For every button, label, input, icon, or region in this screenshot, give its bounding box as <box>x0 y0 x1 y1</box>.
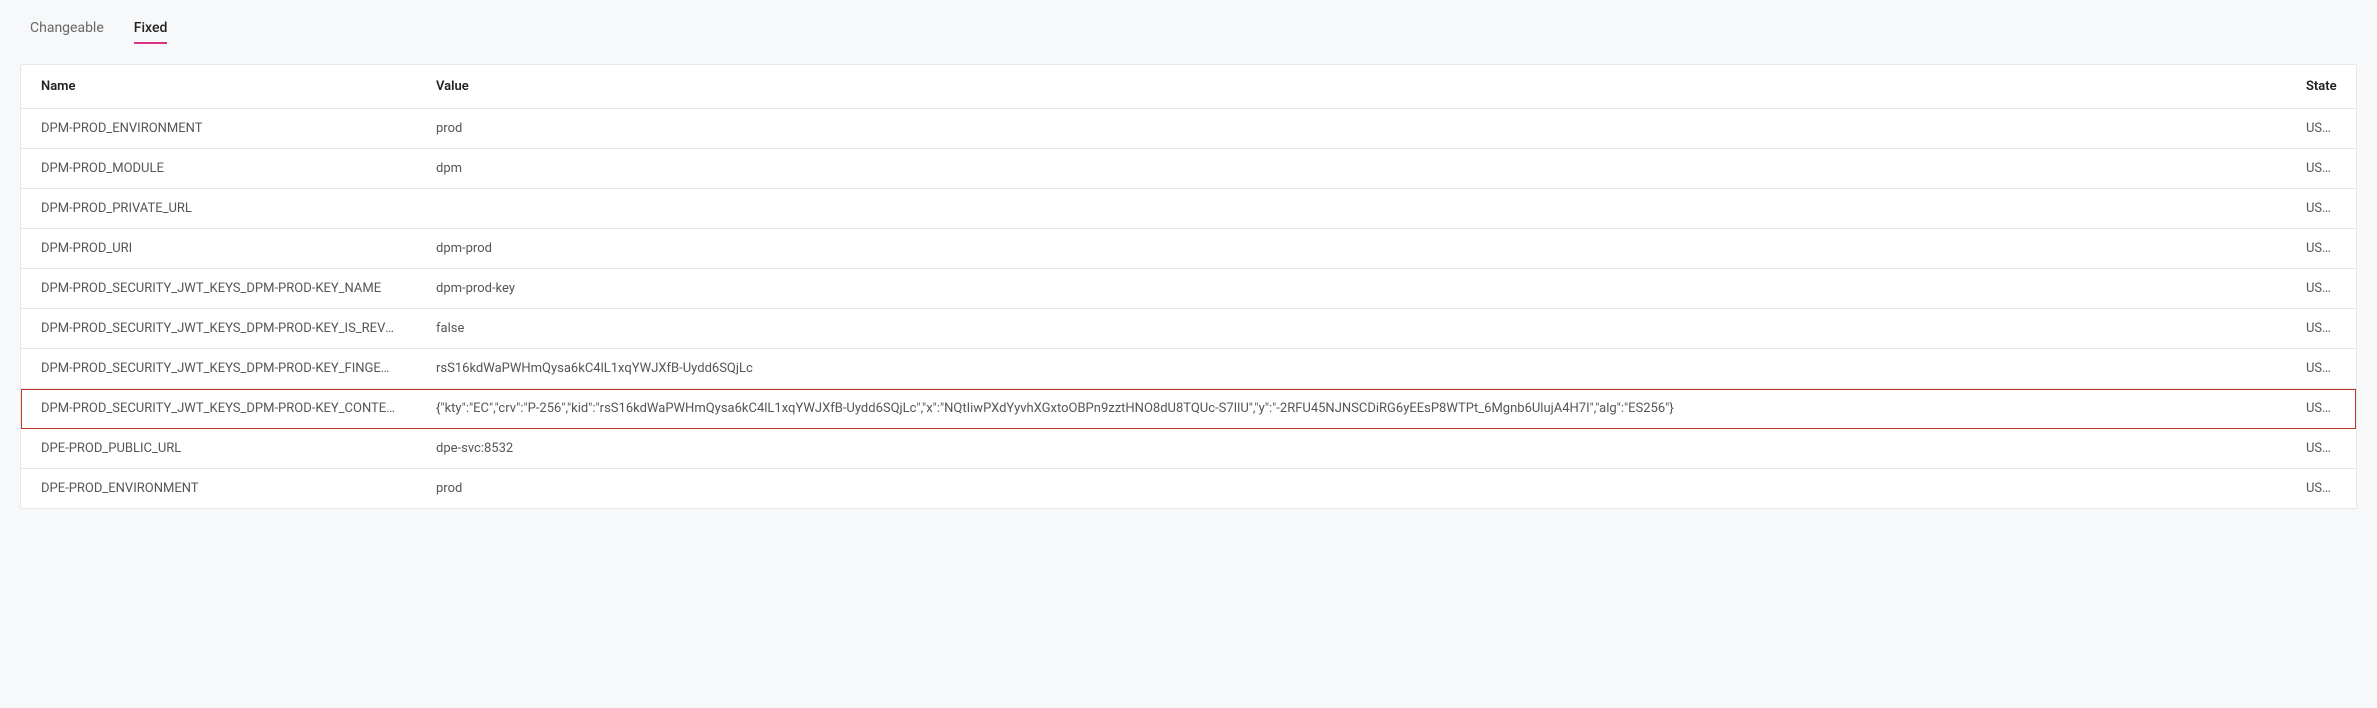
table-row[interactable]: DPM-PROD_SECURITY_JWT_KEYS_DPM-PROD-KEY_… <box>21 309 2356 349</box>
cell-value: dpe-svc:8532 <box>416 429 2286 469</box>
cell-state: USED <box>2286 389 2356 429</box>
cell-name: DPM-PROD_PRIVATE_URL <box>21 189 416 229</box>
tab-changeable[interactable]: Changeable <box>30 20 104 44</box>
cell-name: DPE-PROD_PUBLIC_URL <box>21 429 416 469</box>
cell-state: USED <box>2286 429 2356 469</box>
cell-name: DPM-PROD_URI <box>21 229 416 269</box>
cell-state: USED <box>2286 469 2356 509</box>
tabs-container: Changeable Fixed <box>20 20 2357 44</box>
table-row[interactable]: DPE-PROD_ENVIRONMENTprodUSED <box>21 469 2356 509</box>
cell-state: USED <box>2286 349 2356 389</box>
cell-value: dpm-prod <box>416 229 2286 269</box>
table-row[interactable]: DPM-PROD_ENVIRONMENTprodUSED <box>21 109 2356 149</box>
table-row[interactable]: DPM-PROD_SECURITY_JWT_KEYS_DPM-PROD-KEY_… <box>21 269 2356 309</box>
cell-state: USED <box>2286 269 2356 309</box>
env-vars-table-container: Name Value State DPM-PROD_ENVIRONMENTpro… <box>20 64 2357 509</box>
cell-value: dpm <box>416 149 2286 189</box>
table-row[interactable]: DPM-PROD_PRIVATE_URL USED <box>21 189 2356 229</box>
cell-name: DPM-PROD_ENVIRONMENT <box>21 109 416 149</box>
cell-state: USED <box>2286 109 2356 149</box>
cell-state: USED <box>2286 189 2356 229</box>
cell-value: prod <box>416 109 2286 149</box>
cell-state: USED <box>2286 149 2356 189</box>
table-row[interactable]: DPM-PROD_URIdpm-prodUSED <box>21 229 2356 269</box>
cell-name: DPM-PROD_SECURITY_JWT_KEYS_DPM-PROD-KEY_… <box>21 269 416 309</box>
column-header-state[interactable]: State <box>2286 65 2356 109</box>
cell-value: {"kty":"EC","crv":"P-256","kid":"rsS16kd… <box>416 389 2286 429</box>
cell-value <box>416 189 2286 229</box>
cell-name: DPM-PROD_SECURITY_JWT_KEYS_DPM-PROD-KEY_… <box>21 389 416 429</box>
cell-value: false <box>416 309 2286 349</box>
table-row[interactable]: DPE-PROD_PUBLIC_URLdpe-svc:8532USED <box>21 429 2356 469</box>
cell-name: DPM-PROD_SECURITY_JWT_KEYS_DPM-PROD-KEY_… <box>21 349 416 389</box>
tab-fixed[interactable]: Fixed <box>134 20 168 44</box>
table-row[interactable]: DPM-PROD_MODULEdpmUSED <box>21 149 2356 189</box>
cell-name: DPM-PROD_MODULE <box>21 149 416 189</box>
column-header-value[interactable]: Value <box>416 65 2286 109</box>
table-row[interactable]: DPM-PROD_SECURITY_JWT_KEYS_DPM-PROD-KEY_… <box>21 389 2356 429</box>
column-header-name[interactable]: Name <box>21 65 416 109</box>
cell-state: USED <box>2286 229 2356 269</box>
table-header-row: Name Value State <box>21 65 2356 109</box>
cell-name: DPE-PROD_ENVIRONMENT <box>21 469 416 509</box>
cell-name: DPM-PROD_SECURITY_JWT_KEYS_DPM-PROD-KEY_… <box>21 309 416 349</box>
cell-value: rsS16kdWaPWHmQysa6kC4lL1xqYWJXfB-Uydd6SQ… <box>416 349 2286 389</box>
table-row[interactable]: DPM-PROD_SECURITY_JWT_KEYS_DPM-PROD-KEY_… <box>21 349 2356 389</box>
cell-value: dpm-prod-key <box>416 269 2286 309</box>
cell-state: USED <box>2286 309 2356 349</box>
cell-value: prod <box>416 469 2286 509</box>
env-vars-table: Name Value State DPM-PROD_ENVIRONMENTpro… <box>21 65 2356 508</box>
